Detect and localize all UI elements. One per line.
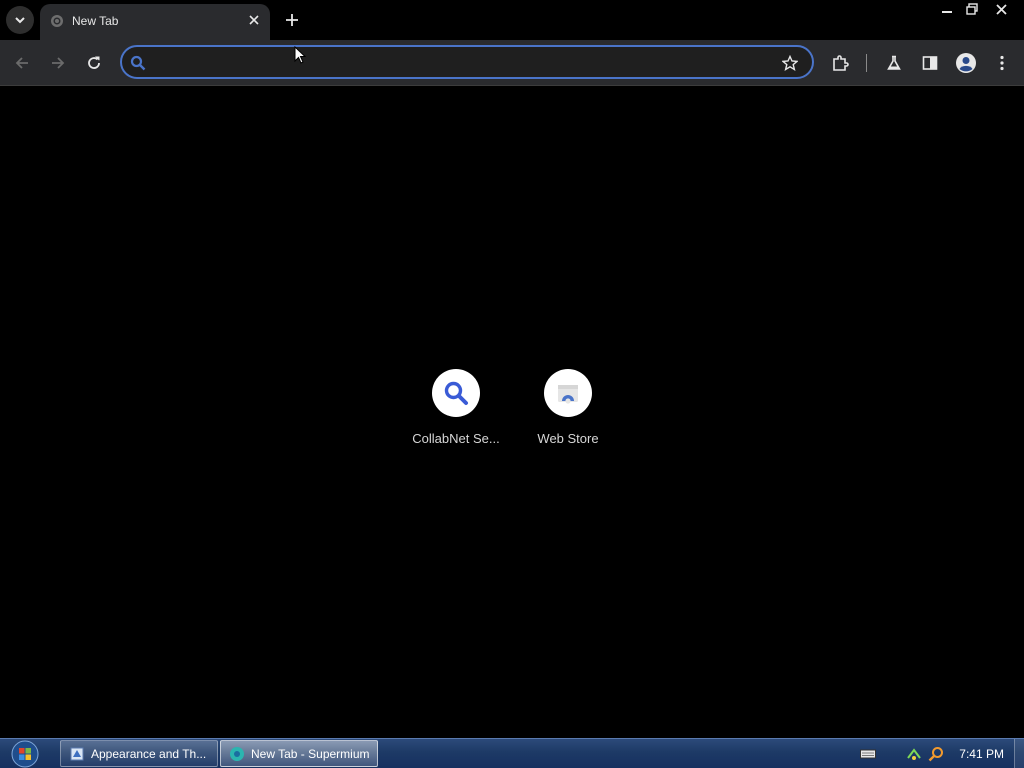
shortcut-tile[interactable]: CollabNet Se... [400, 369, 512, 461]
start-button[interactable] [6, 740, 44, 768]
bookmark-star-button[interactable] [780, 53, 800, 73]
arrow-left-icon [15, 57, 28, 69]
close-tab-button[interactable] [246, 12, 262, 28]
minimize-icon [942, 11, 952, 13]
tab-new-tab[interactable]: New Tab [40, 4, 270, 40]
shortcut-label: CollabNet Se... [412, 431, 500, 446]
keyboard-icon[interactable] [859, 745, 877, 763]
search-icon [444, 381, 468, 405]
arrow-right-icon [52, 57, 65, 69]
shortcut-icon-circle [432, 369, 480, 417]
control-panel-icon [69, 746, 85, 762]
avatar-icon [956, 53, 976, 73]
browser-toolbar [0, 40, 1024, 86]
network-icon[interactable] [905, 745, 923, 763]
search-icon [128, 53, 148, 73]
window-controls [935, 0, 1018, 20]
profile-button[interactable] [954, 51, 978, 75]
forward-button[interactable] [46, 51, 70, 75]
search-icon[interactable] [927, 745, 945, 763]
close-icon [249, 15, 259, 25]
reload-icon [88, 56, 100, 69]
tab-search-button[interactable] [6, 6, 34, 34]
plus-icon [286, 14, 298, 26]
windows-logo-icon [11, 740, 39, 768]
reload-button[interactable] [82, 51, 106, 75]
close-icon [995, 3, 1007, 15]
restore-icon [966, 3, 978, 15]
restore-button[interactable] [959, 0, 985, 18]
back-button[interactable] [10, 51, 34, 75]
taskbar-button-browser[interactable]: New Tab - Supermium [220, 740, 378, 767]
taskbar-button-label: New Tab - Supermium [251, 746, 370, 761]
shortcut-icon-circle [544, 369, 592, 417]
address-input[interactable] [154, 51, 774, 73]
tab-title: New Tab [72, 14, 119, 28]
system-tray: 7:41 PM [855, 739, 1024, 768]
show-desktop-button[interactable] [1014, 739, 1024, 768]
chevron-down-icon [15, 17, 25, 24]
minimize-button[interactable] [934, 0, 960, 18]
side-panel-icon [922, 56, 938, 70]
shortcut-label: Web Store [537, 431, 599, 446]
tab-strip: New Tab [0, 0, 1024, 40]
taskbar-button-appearance[interactable]: Appearance and Th... [60, 740, 218, 767]
taskbar: Appearance and Th... New Tab - Supermium… [0, 738, 1024, 768]
toolbar-divider [866, 54, 867, 72]
side-panel-button[interactable] [918, 51, 942, 75]
puzzle-icon [833, 55, 849, 71]
flask-icon [887, 55, 901, 70]
new-tab-page: CollabNet Se... Web Store [0, 87, 1024, 738]
labs-button[interactable] [882, 51, 906, 75]
close-window-button[interactable] [984, 0, 1018, 18]
address-bar[interactable] [120, 45, 814, 79]
clock[interactable]: 7:41 PM [959, 747, 1004, 761]
new-tab-button[interactable] [280, 8, 304, 32]
menu-button[interactable] [990, 51, 1014, 75]
extensions-button[interactable] [828, 51, 852, 75]
more-vertical-icon [1000, 55, 1004, 71]
taskbar-button-label: Appearance and Th... [91, 746, 207, 761]
web-store-icon [558, 385, 578, 404]
globe-icon [51, 15, 63, 27]
shortcut-tile[interactable]: Web Store [512, 369, 624, 461]
browser-icon [229, 746, 245, 762]
star-icon [782, 55, 798, 71]
